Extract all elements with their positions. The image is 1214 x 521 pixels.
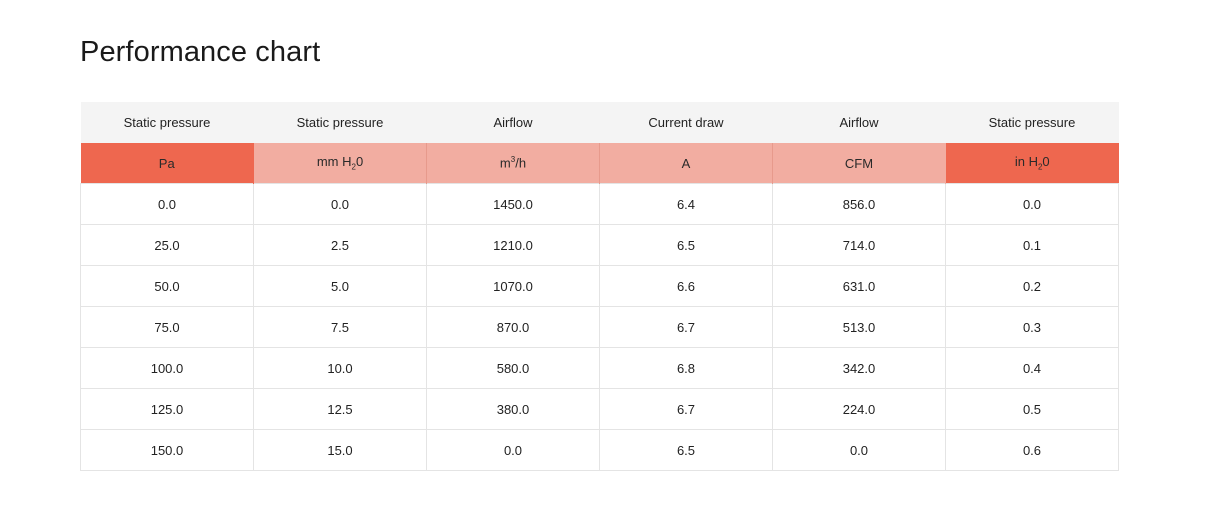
unit-header-inh2o: in H20: [945, 143, 1119, 184]
unit-header-amps: A: [599, 143, 773, 184]
table-cell: 1210.0: [426, 224, 600, 266]
table-cell: 0.1: [945, 224, 1119, 266]
table-row: 75.0 7.5 870.0 6.7 513.0 0.3: [80, 306, 1119, 348]
table-cell: 0.2: [945, 265, 1119, 307]
column-header: Static pressure: [253, 102, 427, 143]
unit-header-m3h: m3/h: [426, 143, 600, 184]
table-cell: 856.0: [772, 183, 946, 225]
table-row: 150.0 15.0 0.0 6.5 0.0 0.6: [80, 429, 1119, 471]
table-cell: 6.8: [599, 347, 773, 389]
table-cell: 870.0: [426, 306, 600, 348]
table-cell: 380.0: [426, 388, 600, 430]
performance-table: Static pressure Static pressure Airflow …: [80, 102, 1119, 471]
column-header: Static pressure: [80, 102, 254, 143]
table-cell: 224.0: [772, 388, 946, 430]
units-row: Pa mm H20 m3/h A CFM in H20: [80, 143, 1119, 184]
table-cell: 0.6: [945, 429, 1119, 471]
table-cell: 6.5: [599, 224, 773, 266]
table-cell: 12.5: [253, 388, 427, 430]
table-row: 0.0 0.0 1450.0 6.4 856.0 0.0: [80, 183, 1119, 225]
table-cell: 0.3: [945, 306, 1119, 348]
page-title: Performance chart: [80, 36, 321, 68]
table-cell: 10.0: [253, 347, 427, 389]
table-cell: 714.0: [772, 224, 946, 266]
table-row: 50.0 5.0 1070.0 6.6 631.0 0.2: [80, 265, 1119, 307]
table-cell: 5.0: [253, 265, 427, 307]
column-header: Airflow: [772, 102, 946, 143]
table-cell: 6.7: [599, 306, 773, 348]
header-row: Static pressure Static pressure Airflow …: [80, 102, 1119, 143]
table-cell: 100.0: [80, 347, 254, 389]
table-cell: 0.0: [426, 429, 600, 471]
table-cell: 125.0: [80, 388, 254, 430]
table-cell: 0.0: [772, 429, 946, 471]
table-cell: 6.4: [599, 183, 773, 225]
table-cell: 6.5: [599, 429, 773, 471]
unit-header-mmh2o: mm H20: [253, 143, 427, 184]
table-cell: 150.0: [80, 429, 254, 471]
table-row: 100.0 10.0 580.0 6.8 342.0 0.4: [80, 347, 1119, 389]
unit-header-cfm: CFM: [772, 143, 946, 184]
performance-page: Performance chart Static pressure Static…: [0, 0, 1214, 521]
table-cell: 0.0: [945, 183, 1119, 225]
table-cell: 342.0: [772, 347, 946, 389]
table-cell: 50.0: [80, 265, 254, 307]
table-cell: 631.0: [772, 265, 946, 307]
table-cell: 2.5: [253, 224, 427, 266]
table-cell: 25.0: [80, 224, 254, 266]
table-cell: 6.7: [599, 388, 773, 430]
table-cell: 580.0: [426, 347, 600, 389]
table-cell: 0.0: [80, 183, 254, 225]
table-cell: 0.0: [253, 183, 427, 225]
column-header: Static pressure: [945, 102, 1119, 143]
table-cell: 0.5: [945, 388, 1119, 430]
table-row: 25.0 2.5 1210.0 6.5 714.0 0.1: [80, 224, 1119, 266]
unit-header-pa: Pa: [80, 143, 254, 184]
table-cell: 513.0: [772, 306, 946, 348]
table-cell: 1070.0: [426, 265, 600, 307]
table-row: 125.0 12.5 380.0 6.7 224.0 0.5: [80, 388, 1119, 430]
table-cell: 7.5: [253, 306, 427, 348]
table-body: 0.0 0.0 1450.0 6.4 856.0 0.0 25.0 2.5 12…: [80, 183, 1119, 471]
table-cell: 15.0: [253, 429, 427, 471]
column-header: Current draw: [599, 102, 773, 143]
table-cell: 6.6: [599, 265, 773, 307]
table-cell: 1450.0: [426, 183, 600, 225]
column-header: Airflow: [426, 102, 600, 143]
table-cell: 0.4: [945, 347, 1119, 389]
table-cell: 75.0: [80, 306, 254, 348]
